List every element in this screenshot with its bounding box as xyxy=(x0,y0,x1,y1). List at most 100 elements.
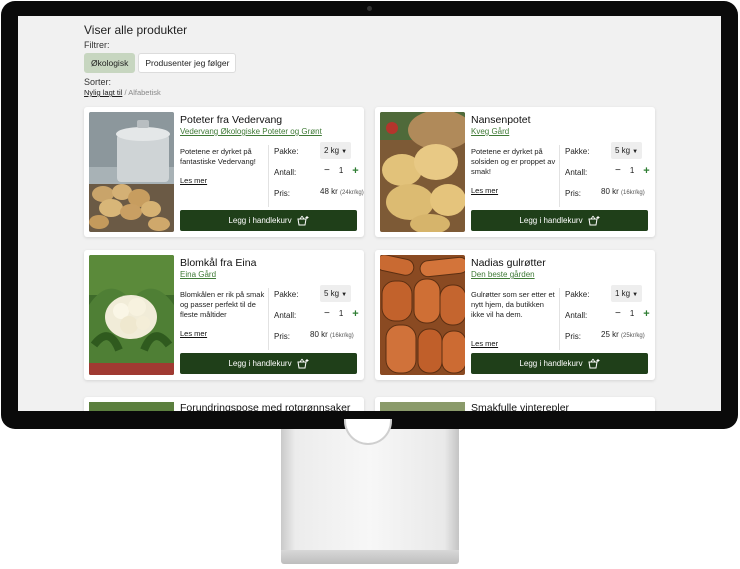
sort-label: Sorter: xyxy=(84,77,112,87)
pack-size-select[interactable]: 5 kg ▼ xyxy=(320,285,352,302)
increase-quantity-button[interactable]: + xyxy=(352,165,358,176)
pack-size-select[interactable]: 5 kg ▼ xyxy=(611,142,643,159)
filter-chip-followed-producers[interactable]: Produsenter jeg følger xyxy=(138,53,237,73)
chevron-down-icon: ▼ xyxy=(341,149,348,155)
quantity-label: Antall: xyxy=(274,311,297,320)
price-value: 80 kr (16kr/kg) xyxy=(310,330,354,339)
add-to-cart-button[interactable]: Legg i handlekurv xyxy=(180,353,357,374)
price-label: Pris: xyxy=(274,189,290,198)
producer-link[interactable]: Vedervang Økologiske Poteter og Grønt xyxy=(180,127,322,136)
price-label: Pris: xyxy=(565,332,581,341)
read-more-link[interactable]: Les mer xyxy=(180,176,207,185)
product-image[interactable] xyxy=(89,402,174,411)
add-to-cart-button[interactable]: Legg i handlekurv xyxy=(180,210,357,231)
add-to-cart-label: Legg i handlekurv xyxy=(519,359,583,368)
pack-size-value: 1 kg xyxy=(615,289,631,298)
product-card: Blomkål fra Eina Eina Gård Blomkålen er … xyxy=(84,250,364,380)
filter-label: Filtrer: xyxy=(84,40,110,50)
read-more-link[interactable]: Les mer xyxy=(180,329,207,338)
add-to-cart-label: Legg i handlekurv xyxy=(519,216,583,225)
chevron-down-icon: ▼ xyxy=(632,292,639,298)
quantity-stepper: − 1 + xyxy=(324,165,359,176)
quantity-stepper: − 1 + xyxy=(324,308,359,319)
read-more-link[interactable]: Les mer xyxy=(471,339,498,348)
add-to-cart-button[interactable]: Legg i handlekurv xyxy=(471,210,648,231)
basket-plus-icon xyxy=(296,215,309,226)
quantity-stepper: − 1 + xyxy=(615,165,650,176)
basket-plus-icon xyxy=(587,215,600,226)
quantity-value: 1 xyxy=(338,166,344,175)
sort-options: Nylig lagt til / Alfabetisk xyxy=(84,88,161,97)
unit-price: (25kr/kg) xyxy=(621,333,645,339)
price-amount: 48 kr xyxy=(320,187,338,196)
pack-size-select[interactable]: 2 kg ▼ xyxy=(320,142,352,159)
product-image[interactable] xyxy=(89,112,174,232)
decrease-quantity-button[interactable]: − xyxy=(324,165,330,175)
producer-link[interactable]: Eina Gård xyxy=(180,270,216,279)
chevron-down-icon: ▼ xyxy=(341,292,348,298)
unit-price: (16kr/kg) xyxy=(621,190,645,196)
increase-quantity-button[interactable]: + xyxy=(352,308,358,319)
quantity-label: Antall: xyxy=(274,168,297,177)
read-more-link[interactable]: Les mer xyxy=(471,186,498,195)
sort-alphabetical[interactable]: Alfabetisk xyxy=(128,88,161,97)
price-amount: 25 kr xyxy=(601,330,619,339)
product-title[interactable]: Poteter fra Vedervang xyxy=(180,114,282,126)
quantity-value: 1 xyxy=(338,309,344,318)
producer-link[interactable]: Kveg Gård xyxy=(471,127,509,136)
pack-label: Pakke: xyxy=(274,290,299,299)
price-value: 48 kr (24kr/kg) xyxy=(320,187,364,196)
pack-label: Pakke: xyxy=(565,147,590,156)
basket-plus-icon xyxy=(587,358,600,369)
price-amount: 80 kr xyxy=(601,187,619,196)
product-description: Gulrøtter som ser etter et nytt hjem, da… xyxy=(471,290,555,319)
quantity-label: Antall: xyxy=(565,311,588,320)
chevron-down-icon: ▼ xyxy=(632,149,639,155)
decrease-quantity-button[interactable]: − xyxy=(615,165,621,175)
product-description: Potetene er dyrket på solsiden og er pro… xyxy=(471,147,556,176)
price-value: 25 kr (25kr/kg) xyxy=(601,330,645,339)
product-title[interactable]: Forundringspose med rotgrønnsaker xyxy=(180,402,350,411)
product-title[interactable]: Nansenpotet xyxy=(471,114,531,126)
divider xyxy=(268,288,269,350)
sort-recently-added[interactable]: Nylig lagt til xyxy=(84,88,122,97)
divider xyxy=(559,145,560,207)
basket-plus-icon xyxy=(296,358,309,369)
quantity-stepper: − 1 + xyxy=(615,308,650,319)
pack-size-value: 2 kg xyxy=(324,146,340,155)
product-title[interactable]: Smakfulle vinterepler xyxy=(471,402,569,411)
decrease-quantity-button[interactable]: − xyxy=(615,308,621,318)
decrease-quantity-button[interactable]: − xyxy=(324,308,330,318)
add-to-cart-label: Legg i handlekurv xyxy=(228,359,292,368)
product-card: Smakfulle vinterepler xyxy=(375,397,655,411)
price-label: Pris: xyxy=(274,332,290,341)
product-image[interactable] xyxy=(380,402,465,411)
pack-size-select[interactable]: 1 kg ▼ xyxy=(611,285,643,302)
pack-size-value: 5 kg xyxy=(324,289,340,298)
monitor-stand-base xyxy=(281,550,459,564)
add-to-cart-label: Legg i handlekurv xyxy=(228,216,292,225)
price-value: 80 kr (16kr/kg) xyxy=(601,187,645,196)
product-image[interactable] xyxy=(89,255,174,375)
product-title[interactable]: Nadias gulrøtter xyxy=(471,257,546,269)
price-amount: 80 kr xyxy=(310,330,328,339)
increase-quantity-button[interactable]: + xyxy=(643,165,649,176)
product-card: Nadias gulrøtter Den beste gården Gulrøt… xyxy=(375,250,655,380)
pack-label: Pakke: xyxy=(565,290,590,299)
product-image[interactable] xyxy=(380,112,465,232)
product-image[interactable] xyxy=(380,255,465,375)
filter-chip-organic[interactable]: Økologisk xyxy=(84,53,136,73)
pack-size-value: 5 kg xyxy=(615,146,631,155)
divider xyxy=(268,145,269,207)
webcam xyxy=(367,6,372,11)
product-title[interactable]: Blomkål fra Eina xyxy=(180,257,256,269)
monitor-stand xyxy=(281,429,459,550)
unit-price: (16kr/kg) xyxy=(330,333,354,339)
unit-price: (24kr/kg) xyxy=(340,190,364,196)
increase-quantity-button[interactable]: + xyxy=(643,308,649,319)
product-description: Potetene er dyrket på fantastiske Vederv… xyxy=(180,147,256,166)
price-label: Pris: xyxy=(565,189,581,198)
producer-link[interactable]: Den beste gården xyxy=(471,270,535,279)
product-description: Blomkålen er rik på smak og passer perfe… xyxy=(180,290,265,319)
add-to-cart-button[interactable]: Legg i handlekurv xyxy=(471,353,648,374)
